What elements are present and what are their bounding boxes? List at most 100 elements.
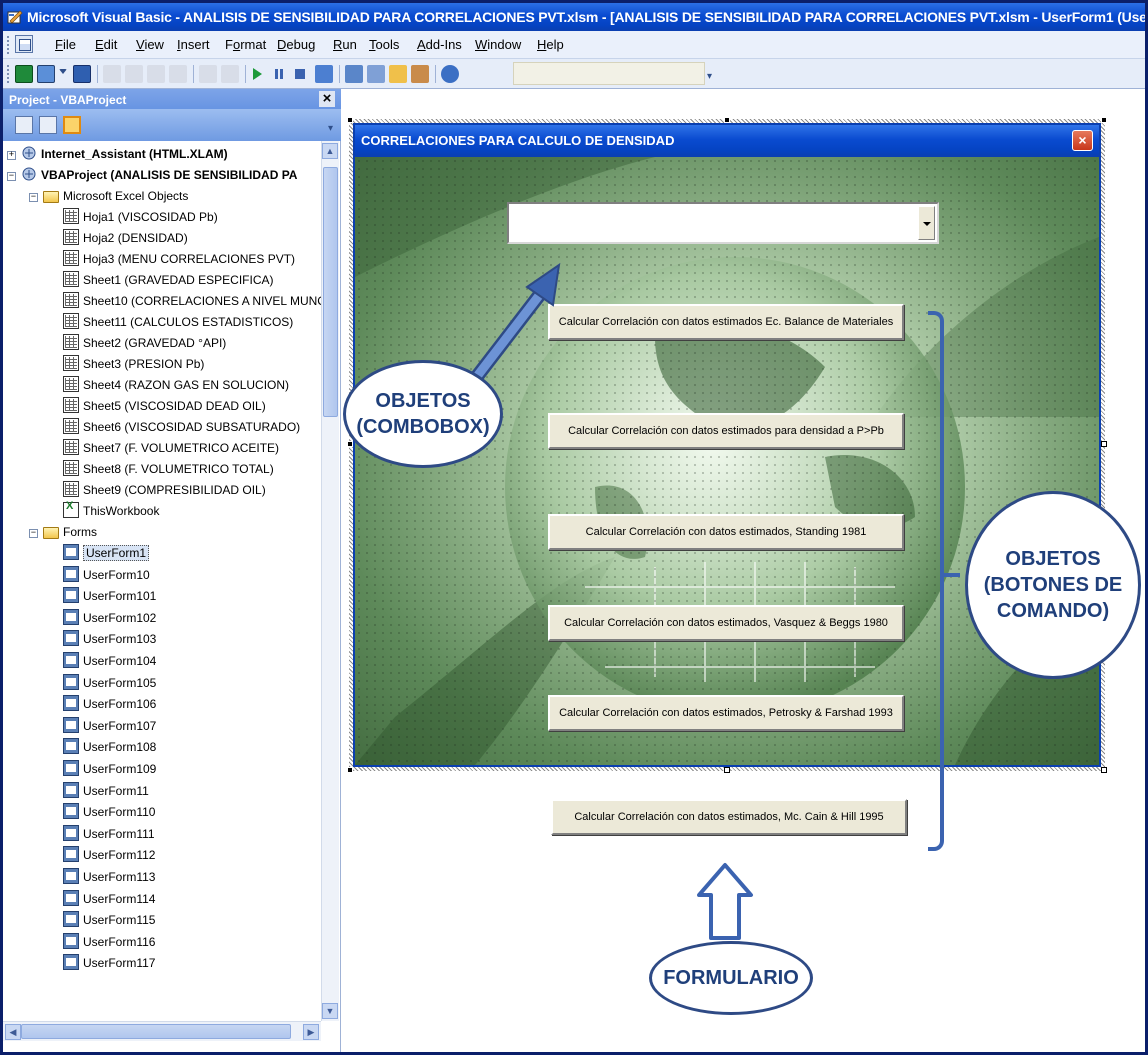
tree-item-sheet[interactable]: Hoja1 (VISCOSIDAD Pb) — [63, 207, 218, 228]
paste-icon[interactable] — [147, 65, 165, 83]
menu-tools[interactable]: Tools — [363, 31, 405, 59]
combobox-dropdown-icon[interactable] — [918, 206, 935, 240]
insert-dropdown-icon[interactable] — [59, 69, 67, 74]
menu-debug[interactable]: Debug — [271, 31, 321, 59]
tree-vertical-scrollbar[interactable]: ▲ ▼ — [321, 141, 339, 1021]
command-button-mccain-hill-1995[interactable]: Calcular Correlación con datos estimados… — [551, 799, 907, 835]
tree-item-form[interactable]: UserForm11 — [63, 781, 149, 802]
menu-run[interactable]: Run — [327, 31, 363, 59]
tree-item-form[interactable]: UserForm104 — [63, 651, 156, 672]
command-button-standing-1981[interactable]: Calcular Correlación con datos estimados… — [548, 514, 904, 550]
expand-internet-assistant-icon[interactable]: + — [7, 151, 16, 160]
command-button-densidad-ppb[interactable]: Calcular Correlación con datos estimados… — [548, 413, 904, 449]
run-icon[interactable] — [253, 68, 262, 80]
tree-folder-forms[interactable]: Forms — [43, 522, 97, 543]
combobox[interactable] — [507, 202, 939, 244]
command-button-vasquez-beggs-1980[interactable]: Calcular Correlación con datos estimados… — [548, 605, 904, 641]
project-explorer-close-icon[interactable]: × — [319, 91, 335, 107]
toggle-folders-icon[interactable] — [63, 116, 81, 134]
tree-item-form[interactable]: UserForm113 — [63, 867, 155, 888]
tree-item-form[interactable]: UserForm103 — [63, 629, 156, 650]
resize-handle-bottom[interactable] — [724, 767, 730, 773]
tree-item-form[interactable]: UserForm107 — [63, 716, 156, 737]
toolbox-icon[interactable] — [411, 65, 429, 83]
toolbar-options-chevron-icon[interactable]: ▾ — [707, 71, 712, 82]
menu-format[interactable]: Format — [219, 31, 272, 59]
insert-userform-icon[interactable] — [37, 65, 55, 83]
hscroll-thumb[interactable] — [21, 1024, 291, 1039]
collapse-vbaproject-icon[interactable]: − — [7, 172, 16, 181]
menu-addins[interactable]: Add-Ins — [411, 31, 468, 59]
scroll-down-icon[interactable]: ▼ — [322, 1003, 338, 1019]
cut-icon[interactable] — [103, 65, 121, 83]
tree-project-vbaproject[interactable]: VBAProject (ANALISIS DE SENSIBILIDAD PA — [21, 165, 297, 186]
tree-horizontal-scrollbar[interactable]: ◀ ▶ — [3, 1021, 321, 1041]
view-code-icon[interactable] — [15, 116, 33, 134]
document-menu-icon[interactable] — [15, 35, 33, 53]
reset-icon[interactable] — [295, 69, 305, 79]
userform-title-bar[interactable]: CORRELACIONES PARA CALCULO DE DENSIDAD × — [355, 125, 1099, 157]
view-object-icon[interactable] — [39, 116, 57, 134]
userform-close-icon[interactable]: × — [1072, 130, 1093, 151]
command-button-petrosky-farshad-1993[interactable]: Calcular Correlación con datos estimados… — [548, 695, 904, 731]
scroll-left-icon[interactable]: ◀ — [5, 1024, 21, 1040]
menubar-grip-icon[interactable] — [7, 36, 10, 54]
properties-window-icon[interactable] — [367, 65, 385, 83]
resize-handle-corner[interactable] — [1101, 767, 1107, 773]
tree-item-sheet[interactable]: Hoja3 (MENU CORRELACIONES PVT) — [63, 249, 295, 270]
menu-view[interactable]: View — [130, 31, 170, 59]
menu-edit[interactable]: Edit — [89, 31, 123, 59]
tree-item-sheet[interactable]: Sheet1 (GRAVEDAD ESPECIFICA) — [63, 270, 274, 291]
menu-window[interactable]: Window — [469, 31, 527, 59]
scroll-thumb[interactable] — [323, 167, 338, 417]
window-title-bar[interactable]: Microsoft Visual Basic - ANALISIS DE SEN… — [3, 3, 1145, 31]
undo-icon[interactable] — [199, 65, 217, 83]
tree-item-form[interactable]: UserForm115 — [63, 910, 155, 931]
tree-folder-excel-objects[interactable]: Microsoft Excel Objects — [43, 186, 188, 207]
tree-item-sheet[interactable]: Sheet4 (RAZON GAS EN SOLUCION) — [63, 375, 289, 396]
tree-item-sheet[interactable]: Sheet10 (CORRELACIONES A NIVEL MUNC — [63, 291, 321, 312]
copy-icon[interactable] — [125, 65, 143, 83]
tree-item-form[interactable]: UserForm106 — [63, 694, 156, 715]
menu-file[interactable]: File — [49, 31, 82, 59]
tree-item-form[interactable]: UserForm117 — [63, 953, 155, 974]
tree-item-sheet[interactable]: Hoja2 (DENSIDAD) — [63, 228, 188, 249]
tree-item-sheet[interactable]: Sheet3 (PRESION Pb) — [63, 354, 204, 375]
tree-item-sheet[interactable]: Sheet11 (CALCULOS ESTADISTICOS) — [63, 312, 293, 333]
tree-item-form[interactable]: UserForm114 — [63, 889, 155, 910]
find-icon[interactable] — [169, 65, 187, 83]
tree-item-form[interactable]: UserForm109 — [63, 759, 156, 780]
object-browser-icon[interactable] — [389, 65, 407, 83]
tree-item-form[interactable]: UserForm102 — [63, 608, 156, 629]
tree-item-form[interactable]: UserForm112 — [63, 845, 155, 866]
tree-item-form[interactable]: UserForm116 — [63, 932, 155, 953]
view-excel-icon[interactable] — [15, 65, 33, 83]
tree-item-sheet[interactable]: Sheet9 (COMPRESIBILIDAD OIL) — [63, 480, 266, 501]
tree-item-sheet[interactable]: Sheet8 (F. VOLUMETRICO TOTAL) — [63, 459, 274, 480]
tree-item-form[interactable]: UserForm110 — [63, 802, 155, 823]
scroll-up-icon[interactable]: ▲ — [322, 143, 338, 159]
tree-project-internet-assistant[interactable]: Internet_Assistant (HTML.XLAM) — [21, 144, 228, 165]
tree-item-thisworkbook[interactable]: ThisWorkbook — [63, 500, 159, 522]
resize-handle-right[interactable] — [1101, 441, 1107, 447]
break-icon[interactable] — [275, 69, 283, 79]
project-explorer-icon[interactable] — [345, 65, 363, 83]
tree-item-form[interactable]: UserForm10 — [63, 565, 150, 586]
collapse-forms-icon[interactable]: − — [29, 529, 38, 538]
design-mode-icon[interactable] — [315, 65, 333, 83]
tree-item-form[interactable]: UserForm105 — [63, 673, 156, 694]
tree-item-form[interactable]: UserForm108 — [63, 737, 156, 758]
help-icon[interactable] — [441, 65, 459, 83]
tree-item-form[interactable]: UserForm1 — [63, 543, 150, 564]
redo-icon[interactable] — [221, 65, 239, 83]
scroll-right-icon[interactable]: ▶ — [303, 1024, 319, 1040]
tree-item-sheet[interactable]: Sheet6 (VISCOSIDAD SUBSATURADO) — [63, 417, 300, 438]
project-toolbar-chevron-icon[interactable]: ▾ — [328, 123, 333, 134]
tree-item-form[interactable]: UserForm111 — [63, 824, 155, 845]
save-icon[interactable] — [73, 65, 91, 83]
command-button-balance-materiales[interactable]: Calcular Correlación con datos estimados… — [548, 304, 904, 340]
tree-item-sheet[interactable]: Sheet2 (GRAVEDAD °API) — [63, 333, 226, 354]
toolbar-grip-icon[interactable] — [7, 65, 10, 83]
tree-item-sheet[interactable]: Sheet7 (F. VOLUMETRICO ACEITE) — [63, 438, 279, 459]
menu-insert[interactable]: Insert — [171, 31, 216, 59]
